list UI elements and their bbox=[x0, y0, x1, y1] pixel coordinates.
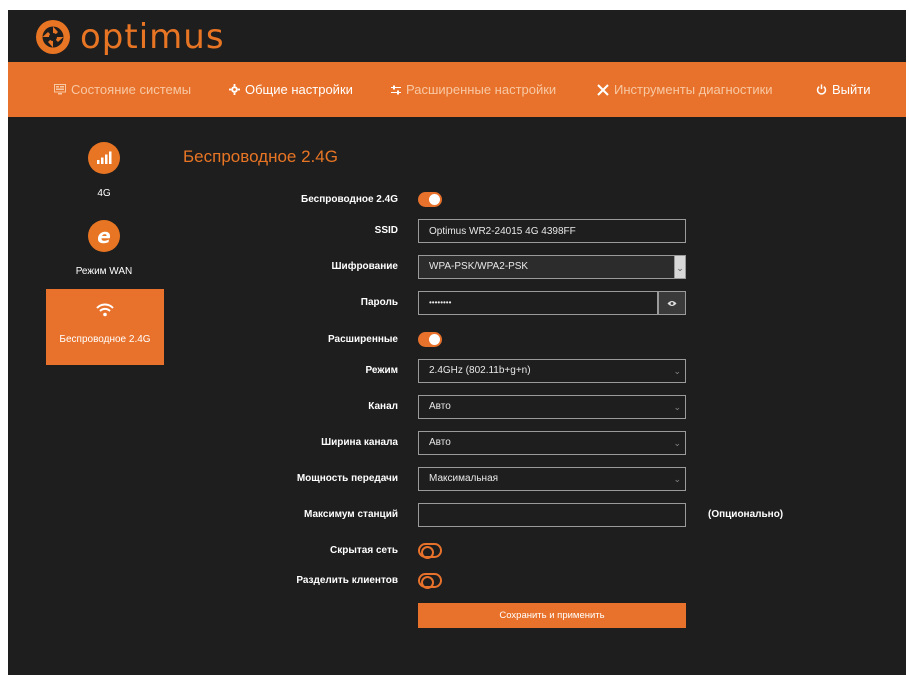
chevron-down-icon: ⌄ bbox=[673, 474, 681, 484]
encryption-label: Шифрование bbox=[331, 261, 399, 272]
max-stations-label: Максимум станций bbox=[304, 509, 398, 520]
wireless-toggle[interactable] bbox=[418, 192, 442, 207]
password-value: •••••••• bbox=[429, 298, 452, 307]
brand-logo: optimus bbox=[34, 16, 225, 58]
channel-value: Авто bbox=[429, 401, 451, 412]
password-input[interactable]: •••••••• bbox=[418, 291, 658, 315]
nav-item-label: Расширенные настройки bbox=[406, 82, 557, 97]
row-ssid: SSID bbox=[8, 219, 906, 243]
tx-power-label: Мощность передачи bbox=[296, 473, 398, 484]
nav-item-logout[interactable]: Выйти bbox=[816, 62, 871, 117]
gear-icon bbox=[229, 84, 240, 95]
brand-name: optimus bbox=[80, 17, 225, 57]
tx-power-select[interactable]: Максимальная ⌄ bbox=[418, 467, 686, 491]
chevron-down-icon: ⌄ bbox=[674, 255, 686, 279]
chevron-down-icon: ⌄ bbox=[673, 402, 681, 412]
row-tx-power: Мощность передачи Максимальная ⌄ bbox=[8, 467, 906, 491]
row-advanced: Расширенные bbox=[8, 328, 906, 352]
chevron-down-icon: ⌄ bbox=[673, 366, 681, 376]
nav-item-diagnostic-tools[interactable]: Инструменты диагностики bbox=[597, 62, 773, 117]
isolate-clients-toggle[interactable] bbox=[418, 573, 442, 589]
row-mode: Режим 2.4GHz (802.11b+g+n) ⌄ bbox=[8, 359, 906, 383]
row-wireless: Беспроводное 2.4G bbox=[8, 188, 906, 212]
mode-select[interactable]: 2.4GHz (802.11b+g+n) ⌄ bbox=[418, 359, 686, 383]
password-label: Пароль bbox=[360, 297, 398, 308]
mode-label: Режим bbox=[365, 365, 399, 376]
mode-value: 2.4GHz (802.11b+g+n) bbox=[429, 365, 531, 376]
wireless-label: Беспроводное 2.4G bbox=[301, 194, 398, 205]
row-encryption: Шифрование WPA-PSK/WPA2-PSK ⌄ bbox=[8, 255, 906, 279]
tx-power-value: Максимальная bbox=[429, 473, 499, 484]
row-isolate-clients: Разделить клиентов bbox=[8, 569, 906, 593]
ssid-label: SSID bbox=[374, 225, 398, 236]
header: optimus bbox=[8, 10, 906, 62]
ssid-input[interactable] bbox=[418, 219, 686, 243]
row-channel: Канал Авто ⌄ bbox=[8, 395, 906, 419]
router-admin-window: optimus Состояние системы Общие настройк… bbox=[8, 10, 906, 675]
main-nav: Состояние системы Общие настройки Расшир… bbox=[8, 62, 906, 117]
hidden-network-toggle[interactable] bbox=[418, 543, 442, 559]
monitor-icon bbox=[54, 84, 66, 95]
advanced-label: Расширенные bbox=[328, 334, 398, 345]
bandwidth-select[interactable]: Авто ⌄ bbox=[418, 431, 686, 455]
nav-item-system-status[interactable]: Состояние системы bbox=[54, 62, 191, 117]
row-max-stations: Максимум станций (Опционально) bbox=[8, 503, 906, 527]
row-password: Пароль •••••••• bbox=[8, 291, 906, 315]
nav-item-label: Состояние системы bbox=[71, 82, 192, 97]
hidden-network-label: Скрытая сеть bbox=[330, 545, 398, 556]
optimus-logo-icon bbox=[36, 20, 70, 54]
channel-select[interactable]: Авто ⌄ bbox=[418, 395, 686, 419]
max-stations-input[interactable] bbox=[418, 503, 686, 527]
section-title: Беспроводное 2.4G bbox=[183, 147, 338, 166]
nav-item-advanced-settings[interactable]: Расширенные настройки bbox=[391, 62, 556, 117]
bandwidth-label: Ширина канала bbox=[321, 437, 398, 448]
sliders-icon bbox=[391, 85, 401, 95]
power-icon bbox=[816, 84, 827, 95]
optional-note: (Опционально) bbox=[708, 509, 784, 520]
save-apply-button[interactable]: Сохранить и применить bbox=[418, 603, 686, 628]
channel-label: Канал bbox=[368, 401, 398, 412]
page-top-strip bbox=[0, 0, 909, 10]
nav-item-label: Общие настройки bbox=[245, 82, 353, 97]
encryption-select[interactable]: WPA-PSK/WPA2-PSK ⌄ bbox=[418, 255, 686, 279]
tools-icon bbox=[597, 83, 609, 96]
signal-bars-icon bbox=[88, 142, 120, 174]
nav-item-label: Инструменты диагностики bbox=[614, 82, 773, 97]
row-hidden-network: Скрытая сеть bbox=[8, 539, 906, 563]
isolate-clients-label: Разделить клиентов bbox=[296, 575, 398, 586]
nav-item-label: Выйти bbox=[832, 82, 871, 97]
bandwidth-value: Авто bbox=[429, 437, 451, 448]
eye-icon bbox=[667, 300, 677, 306]
advanced-toggle[interactable] bbox=[418, 332, 442, 347]
nav-item-general-settings[interactable]: Общие настройки bbox=[229, 62, 353, 117]
chevron-down-icon: ⌄ bbox=[673, 438, 681, 448]
row-bandwidth: Ширина канала Авто ⌄ bbox=[8, 431, 906, 455]
show-password-button[interactable] bbox=[658, 291, 686, 315]
encryption-value: WPA-PSK/WPA2-PSK bbox=[429, 261, 529, 272]
